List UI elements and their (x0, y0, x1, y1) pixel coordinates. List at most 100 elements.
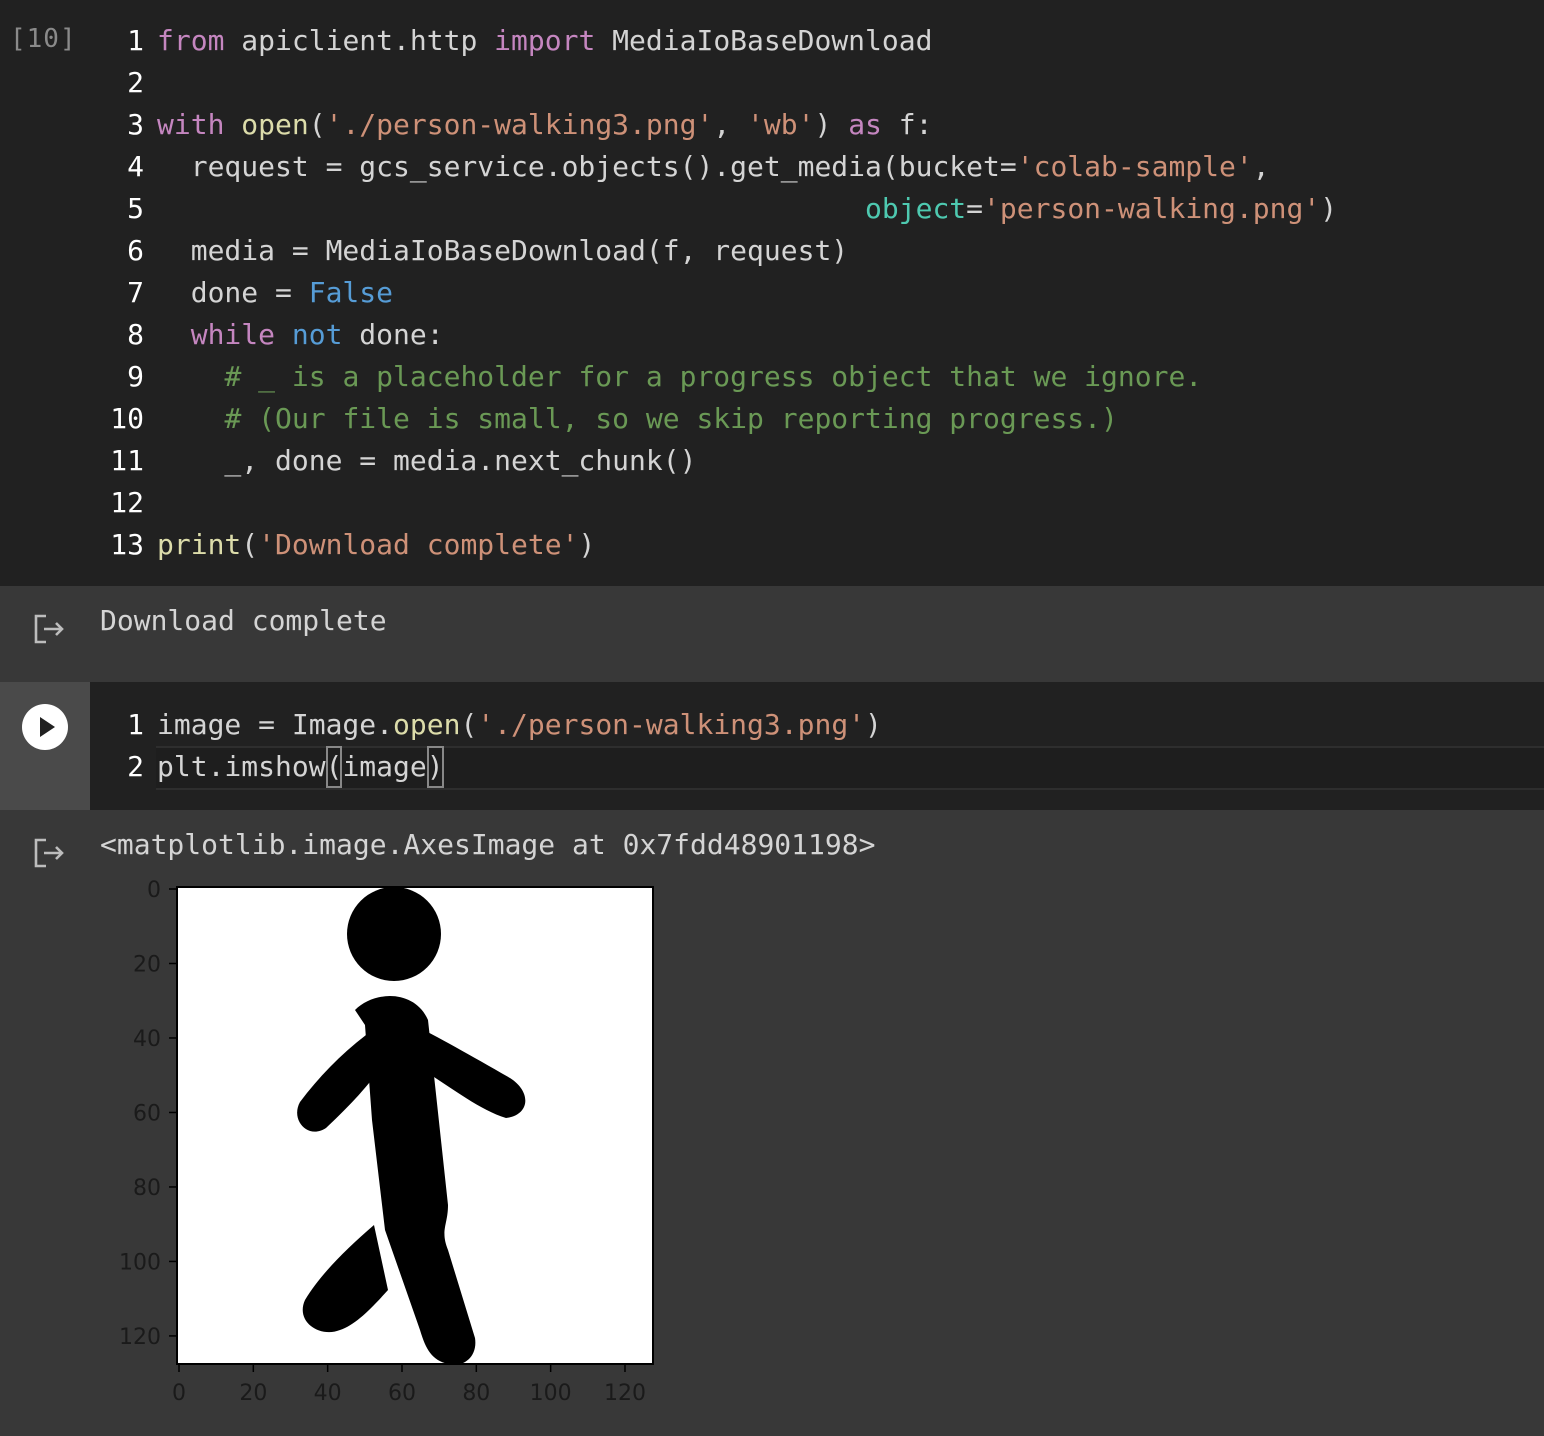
code-token: with (157, 108, 225, 141)
y-tick-label: 20 (133, 952, 161, 977)
code-token: done = (157, 276, 309, 309)
line-number: 13 (110, 528, 144, 561)
code-line[interactable]: # (Our file is small, so we skip reporti… (157, 398, 1118, 440)
code-token: done: (342, 318, 444, 351)
code-token: print (157, 528, 242, 561)
cell-gutter (0, 682, 90, 810)
code-line[interactable]: # _ is a placeholder for a progress obje… (157, 356, 1202, 398)
code-token: 'colab-sample' (1016, 150, 1253, 183)
code-line[interactable]: request = gcs_service.objects().get_medi… (157, 146, 1270, 188)
line-number: 5 (127, 192, 144, 225)
x-tick-label: 100 (530, 1381, 572, 1406)
line-number: 2 (127, 66, 144, 99)
y-tick-label: 80 (133, 1176, 161, 1201)
output-redirect-icon[interactable] (32, 612, 66, 646)
code-token: ) (814, 108, 849, 141)
code-token: ) (578, 528, 596, 561)
code-token: plt.imshow (157, 750, 326, 783)
code-token: while (190, 318, 276, 351)
code-token: import (494, 24, 596, 57)
code-line[interactable]: with open('./person-walking3.png', 'wb')… (157, 104, 933, 146)
line-number: 1 (127, 24, 144, 57)
x-axis-ticks: 0 20 40 60 80 100 120 (172, 1364, 646, 1406)
code-token: image = Image. (157, 708, 394, 741)
code-line[interactable]: media = MediaIoBaseDownload(f, request) (157, 230, 848, 272)
x-tick-label: 120 (604, 1381, 646, 1406)
code-line[interactable]: object='person-walking.png') (157, 188, 1337, 230)
code-cell-1[interactable]: [10] 1 from apiclient.http import MediaIo… (0, 0, 1544, 586)
code-token: as (848, 108, 882, 141)
cell-output-1: Download complete (0, 586, 1544, 682)
code-token: # (Our file is small, so we skip reporti… (224, 402, 1118, 435)
code-token: ( (241, 528, 259, 561)
code-token: f: (881, 108, 933, 141)
output-text: Download complete (100, 604, 387, 637)
line-number: 7 (127, 276, 144, 309)
code-token: './person-walking3.png' (477, 708, 866, 741)
code-line[interactable]: image = Image.open('./person-walking3.pn… (157, 704, 882, 746)
figure-head (347, 887, 441, 981)
x-tick-label: 0 (172, 1381, 186, 1406)
play-icon[interactable] (22, 704, 68, 750)
code-token: ) (865, 708, 882, 741)
line-number: 3 (127, 108, 144, 141)
x-tick-label: 20 (239, 1381, 267, 1406)
code-token: request = gcs_service.objects().get_medi… (157, 150, 1017, 183)
code-token: ( (308, 108, 326, 141)
code-line[interactable]: from apiclient.http import MediaIoBaseDo… (157, 20, 932, 62)
y-tick-label: 0 (147, 878, 161, 903)
y-axis-ticks: 0 20 40 60 80 100 120 (119, 878, 177, 1350)
y-tick-label: 40 (133, 1027, 161, 1052)
code-token: open (393, 708, 461, 741)
x-tick-label: 80 (462, 1381, 490, 1406)
code-line[interactable]: _, done = media.next_chunk() (157, 440, 696, 482)
code-token: media = MediaIoBaseDownload(f, request) (157, 234, 849, 267)
y-tick-label: 100 (119, 1250, 161, 1275)
code-token: , (713, 108, 748, 141)
code-token: # _ is a placeholder for a progress obje… (224, 360, 1203, 393)
line-number: 1 (127, 708, 144, 741)
line-number: 9 (127, 360, 144, 393)
line-number: 12 (110, 486, 144, 519)
code-token: ( (325, 746, 343, 788)
code-line[interactable]: print('Download complete') (157, 524, 595, 566)
line-number: 6 (127, 234, 144, 267)
line-number: 4 (127, 150, 144, 183)
code-token: './person-walking3.png' (325, 108, 714, 141)
code-token: False (308, 276, 394, 309)
code-token: not (291, 318, 343, 351)
execution-count: [10] (10, 24, 77, 54)
y-tick-label: 60 (133, 1101, 161, 1126)
code-token: _, done = media.next_chunk() (157, 444, 697, 477)
line-number: 10 (110, 402, 144, 435)
y-tick-label: 120 (119, 1325, 161, 1350)
code-token: ( (460, 708, 478, 741)
code-token: ) (1320, 192, 1338, 225)
code-token: 'wb' (747, 108, 815, 141)
x-tick-label: 60 (388, 1381, 416, 1406)
code-token: 'Download complete' (258, 528, 579, 561)
code-line[interactable]: done = False (157, 272, 393, 314)
cell-output-2: <matplotlib.image.AxesImage at 0x7fdd489… (0, 810, 1544, 1436)
line-number: 8 (127, 318, 144, 351)
code-token: apiclient.http (224, 24, 495, 57)
x-tick-label: 40 (314, 1381, 342, 1406)
code-line[interactable]: plt.imshow(image) (157, 746, 444, 788)
code-token: 'person-walking.png' (983, 192, 1321, 225)
code-line[interactable]: while not done: (157, 314, 444, 356)
code-token: ) (426, 746, 444, 788)
line-number: 11 (110, 444, 144, 477)
plot-axes (176, 886, 654, 1365)
code-cell-2[interactable]: 1 image = Image.open('./person-walking3.p… (0, 682, 1544, 810)
code-token: = (966, 192, 984, 225)
code-token: object (865, 192, 967, 225)
code-token: open (241, 108, 309, 141)
matplotlib-figure: 0 20 40 60 80 100 120 0 20 40 60 80 100 120 (119, 878, 654, 1406)
code-token: image (342, 750, 427, 783)
